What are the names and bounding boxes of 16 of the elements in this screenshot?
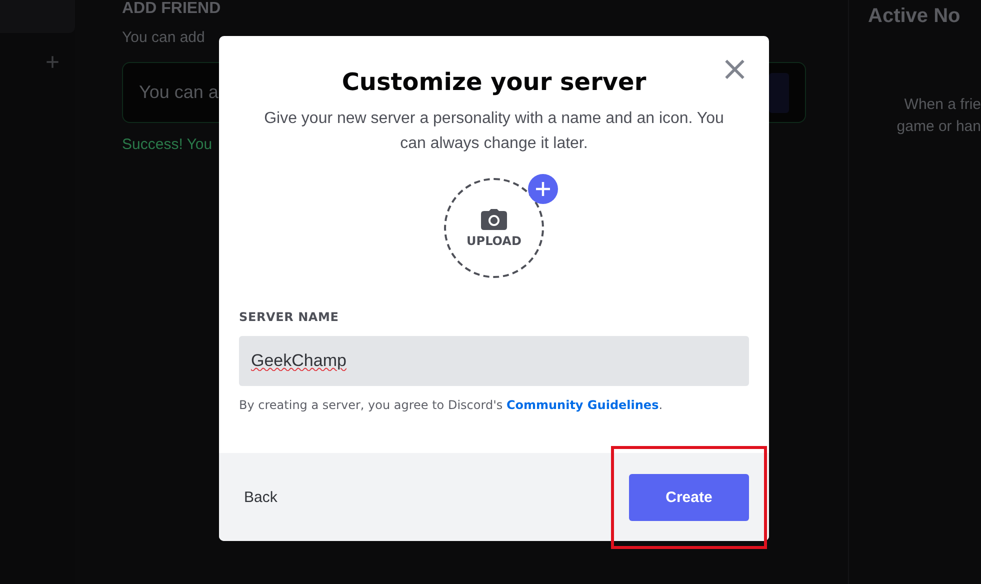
create-button[interactable]: Create <box>629 474 749 520</box>
back-button[interactable]: Back <box>239 480 282 514</box>
server-name-field[interactable]: GeekChamp <box>239 336 749 386</box>
field-label: SERVER NAME <box>239 310 340 324</box>
plus-icon <box>528 174 558 204</box>
terms-text: By creating a server, you agree to Discord's Community Guidelines. <box>239 398 664 412</box>
description-text: You can add <box>122 29 206 46</box>
empty-state-text: When a frie <box>904 95 981 115</box>
camera-icon <box>481 208 507 230</box>
panel-title: Active No <box>868 5 962 28</box>
dialog-title: Customize your server <box>342 68 646 96</box>
guidelines-link[interactable]: Community Guidelines <box>506 398 659 412</box>
success-message: Success! You <box>122 136 212 153</box>
section-heading: ADD FRIEND <box>122 0 222 18</box>
empty-state-text: game or han <box>896 117 981 137</box>
dialog-subtitle: Give your new server a personality with a name and an icon. You can always change it later. <box>264 109 724 154</box>
